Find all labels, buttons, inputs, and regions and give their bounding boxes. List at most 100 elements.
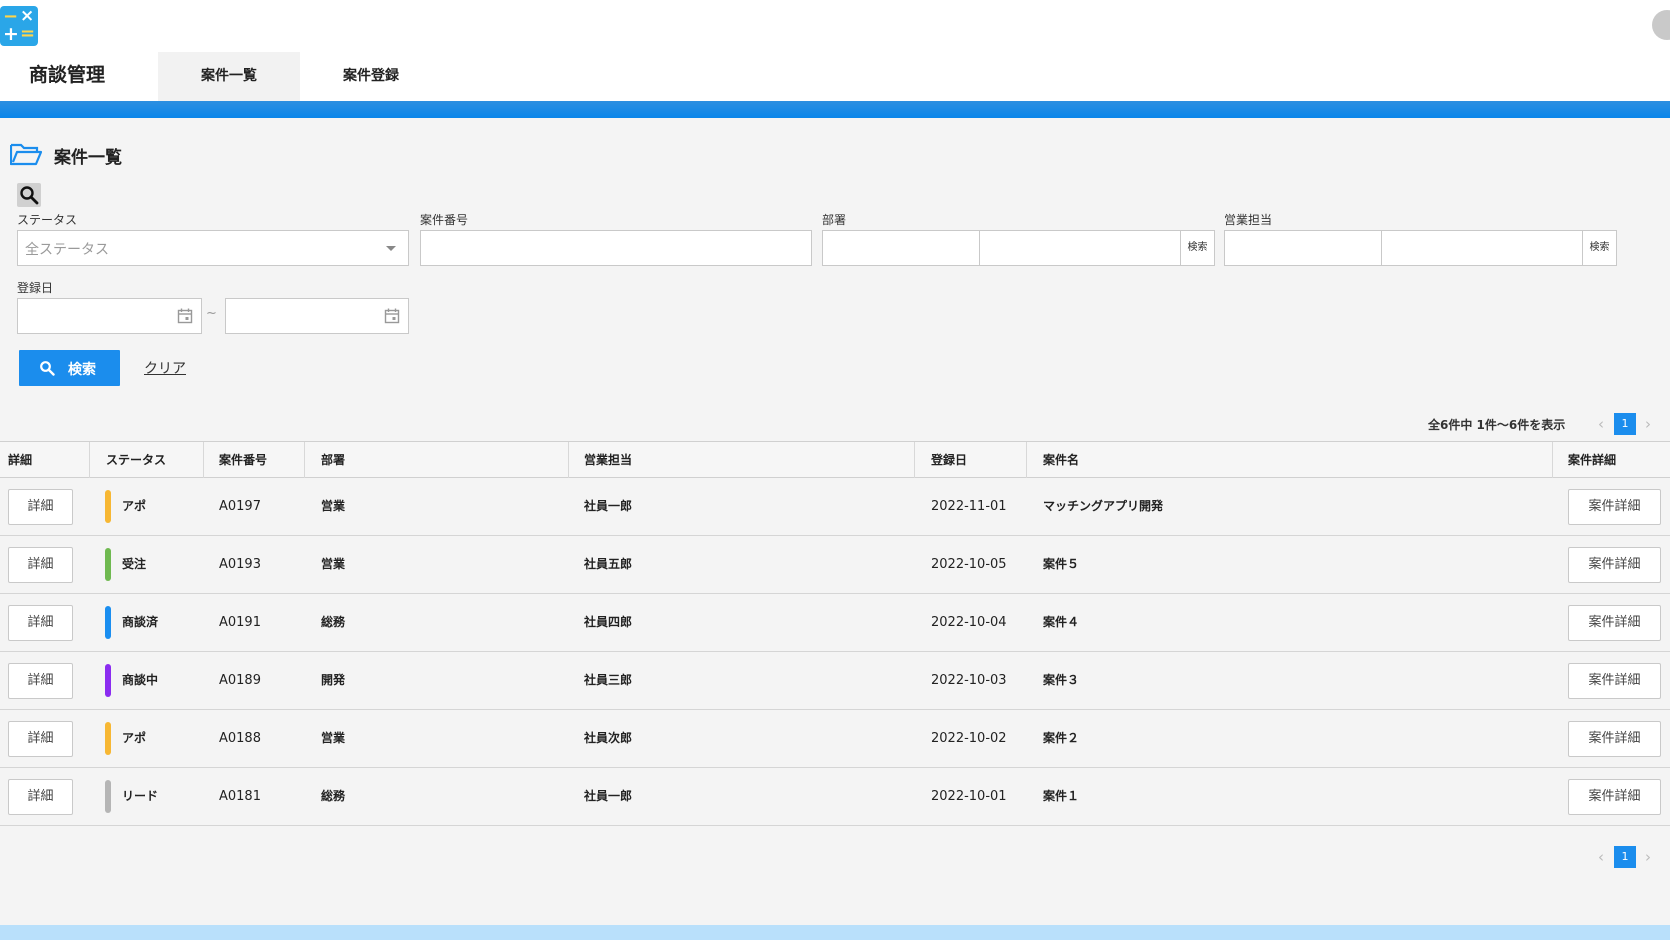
registered-date: 2022-10-05 xyxy=(931,557,1007,572)
column-header-case-number: 案件番号 xyxy=(211,442,305,478)
sales-rep-field[interactable]: 検索 xyxy=(1224,230,1617,266)
column-header-case-name: 案件名 xyxy=(1035,442,1553,478)
case-detail-button[interactable]: 案件詳細 xyxy=(1568,721,1661,757)
pagination-bottom: ‹ 1 › xyxy=(1594,846,1656,868)
department-search-button[interactable]: 検索 xyxy=(1180,231,1214,265)
case-number: A0191 xyxy=(219,615,261,630)
table-row: 詳細 商談中 A0189 開発 社員三郎 2022-10-03 案件３ 案件詳細 xyxy=(0,652,1670,710)
case-name: 案件２ xyxy=(1043,731,1080,745)
case-number: A0189 xyxy=(219,673,261,688)
result-count: 全6件中 1件〜6件を表示 xyxy=(1428,418,1566,432)
calendar-icon[interactable] xyxy=(177,308,193,324)
department-field[interactable]: 検索 xyxy=(822,230,1215,266)
registered-date: 2022-10-04 xyxy=(931,615,1007,630)
sales-rep: 社員一郎 xyxy=(584,499,633,513)
case-number: A0181 xyxy=(219,789,261,804)
date-range-separator: ~ xyxy=(206,306,217,321)
column-header-case-detail: 案件詳細 xyxy=(1568,453,1617,467)
status-label: 商談中 xyxy=(122,673,159,687)
status-color-indicator xyxy=(105,606,111,639)
date-to-input[interactable] xyxy=(225,298,409,334)
department: 営業 xyxy=(321,499,346,513)
detail-button[interactable]: 詳細 xyxy=(8,663,73,699)
case-number: A0188 xyxy=(219,731,261,746)
case-name: 案件４ xyxy=(1043,615,1080,629)
footer-band xyxy=(0,925,1670,940)
detail-button[interactable]: 詳細 xyxy=(8,489,73,525)
status-label: 商談済 xyxy=(122,615,159,629)
table-header: 詳細 ステータス 案件番号 部署 営業担当 登録日 案件名 案件詳細 xyxy=(0,441,1670,478)
app-header: − × + = 商談管理 案件一覧 案件登録 xyxy=(0,0,1670,101)
department: 開発 xyxy=(321,673,346,687)
case-number-label: 案件番号 xyxy=(420,213,469,227)
status-label: アポ xyxy=(122,731,147,745)
department: 総務 xyxy=(321,789,346,803)
status-color-indicator xyxy=(105,664,111,697)
chevron-right-icon[interactable]: › xyxy=(1641,846,1655,868)
calendar-icon[interactable] xyxy=(384,308,400,324)
status-select-value: 全ステータス xyxy=(25,242,109,258)
status-color-indicator xyxy=(105,722,111,755)
status-color-indicator xyxy=(105,490,111,523)
sales-rep: 社員次郎 xyxy=(584,731,633,745)
registered-date: 2022-10-02 xyxy=(931,731,1007,746)
case-detail-button[interactable]: 案件詳細 xyxy=(1568,489,1661,525)
chevron-left-icon[interactable]: ‹ xyxy=(1594,413,1608,435)
sales-rep: 社員五郎 xyxy=(584,557,633,571)
chevron-right-icon[interactable]: › xyxy=(1641,413,1655,435)
sales-rep-label: 営業担当 xyxy=(1224,213,1273,227)
date-from-input[interactable] xyxy=(17,298,202,334)
detail-button[interactable]: 詳細 xyxy=(8,547,73,583)
column-header-registered-date: 登録日 xyxy=(923,442,1027,478)
sales-rep-search-button[interactable]: 検索 xyxy=(1582,231,1616,265)
pagination-top: ‹ 1 › xyxy=(1594,413,1656,435)
status-select[interactable]: 全ステータス xyxy=(17,230,409,266)
case-name: 案件１ xyxy=(1043,789,1080,803)
status-label: リード xyxy=(122,789,159,803)
case-detail-button[interactable]: 案件詳細 xyxy=(1568,663,1661,699)
department-label: 部署 xyxy=(822,213,847,227)
sales-rep: 社員三郎 xyxy=(584,673,633,687)
tab-case-list[interactable]: 案件一覧 xyxy=(158,52,300,101)
department: 営業 xyxy=(321,731,346,745)
user-avatar-icon[interactable] xyxy=(1652,10,1670,40)
detail-button[interactable]: 詳細 xyxy=(8,605,73,641)
column-header-status: ステータス xyxy=(98,442,204,478)
search-button[interactable]: 検索 xyxy=(19,350,120,386)
table-row: 詳細 リード A0181 総務 社員一郎 2022-10-01 案件１ 案件詳細 xyxy=(0,768,1670,826)
search-icon xyxy=(20,186,39,205)
column-header-department: 部署 xyxy=(313,442,569,478)
case-detail-button[interactable]: 案件詳細 xyxy=(1568,779,1661,815)
case-number: A0193 xyxy=(219,557,261,572)
column-header-sales-rep: 営業担当 xyxy=(576,442,915,478)
case-name: 案件３ xyxy=(1043,673,1080,687)
detail-button[interactable]: 詳細 xyxy=(8,721,73,757)
table-row: 詳細 商談済 A0191 総務 社員四郎 2022-10-04 案件４ 案件詳細 xyxy=(0,594,1670,652)
status-filter-label: ステータス xyxy=(17,213,78,227)
search-toggle-button[interactable] xyxy=(17,183,41,207)
case-number-input[interactable] xyxy=(420,230,812,266)
registered-date: 2022-10-03 xyxy=(931,673,1007,688)
search-icon xyxy=(40,361,55,376)
registered-date: 2022-11-01 xyxy=(931,499,1007,514)
case-name: マッチングアプリ開発 xyxy=(1043,499,1164,513)
clear-link[interactable]: クリア xyxy=(144,358,186,378)
department-name-divider xyxy=(979,231,980,265)
case-detail-button[interactable]: 案件詳細 xyxy=(1568,547,1661,583)
sales-rep-name-divider xyxy=(1381,231,1382,265)
table-row: 詳細 アポ A0188 営業 社員次郎 2022-10-02 案件２ 案件詳細 xyxy=(0,710,1670,768)
folder-open-icon xyxy=(10,143,42,166)
page-number[interactable]: 1 xyxy=(1614,413,1636,435)
status-color-indicator xyxy=(105,780,111,813)
status-color-indicator xyxy=(105,548,111,581)
detail-button[interactable]: 詳細 xyxy=(8,779,73,815)
page-number[interactable]: 1 xyxy=(1614,846,1636,868)
page-title: 案件一覧 xyxy=(54,148,122,168)
table-row: 詳細 受注 A0193 営業 社員五郎 2022-10-05 案件５ 案件詳細 xyxy=(0,536,1670,594)
chevron-left-icon[interactable]: ‹ xyxy=(1594,846,1608,868)
case-detail-button[interactable]: 案件詳細 xyxy=(1568,605,1661,641)
sales-rep: 社員一郎 xyxy=(584,789,633,803)
tab-case-register[interactable]: 案件登録 xyxy=(300,52,442,101)
search-button-label: 検索 xyxy=(68,361,96,377)
status-label: 受注 xyxy=(122,557,147,571)
